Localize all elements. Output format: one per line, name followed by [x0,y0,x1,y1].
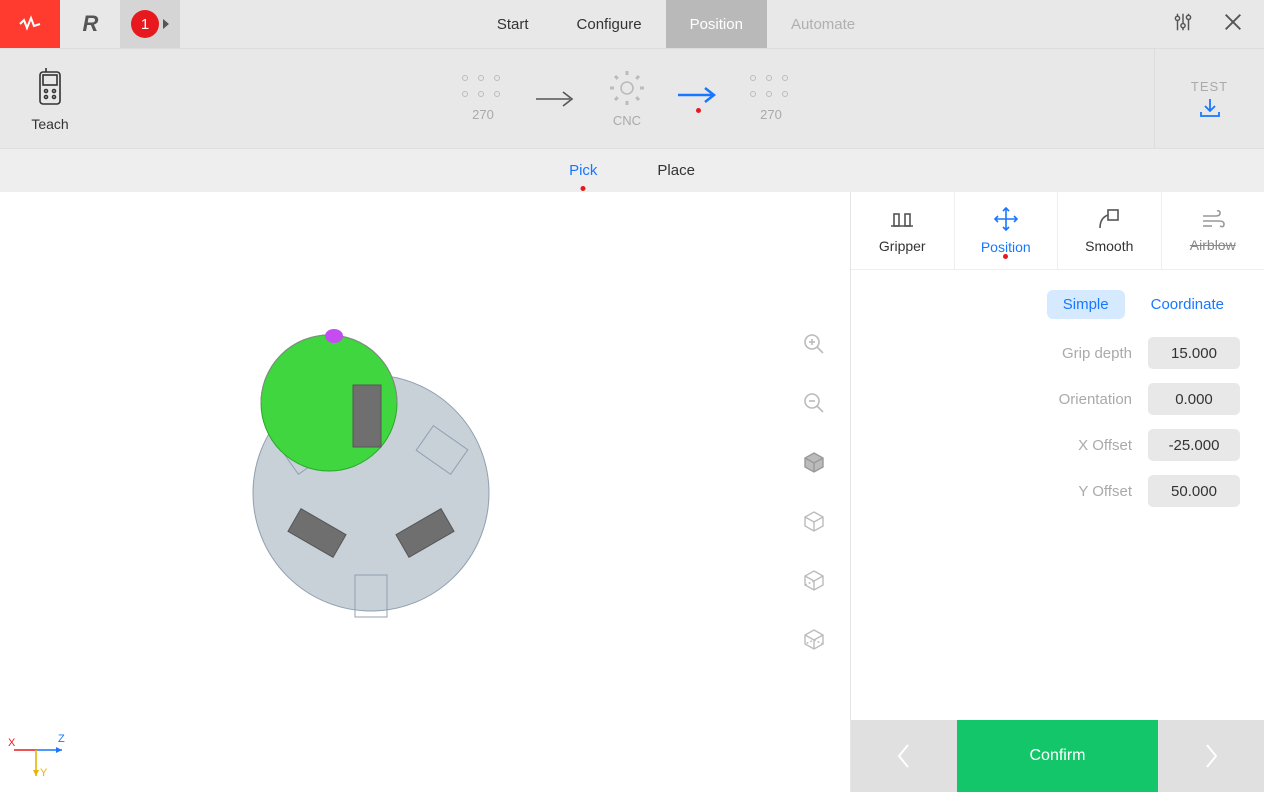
gear-icon [608,69,646,107]
arrow-icon [534,89,578,109]
sidetab-smooth[interactable]: Smooth [1058,192,1162,269]
label-x-offset: X Offset [1078,437,1132,454]
flow-from: 270 [462,75,504,122]
axis-indicator: Z X Y [8,722,68,782]
brand-logo: R [60,0,120,48]
sidetab-label: Gripper [879,238,926,254]
top-nav: Start Configure Position Automate [180,0,1172,48]
flow-cnc[interactable]: CNC [608,69,646,128]
arrow-icon-active [676,85,720,105]
view-cube-hidden-icon[interactable] [802,568,826,597]
next-button[interactable] [1158,720,1264,792]
download-icon [1199,98,1221,118]
smooth-icon [1096,208,1122,230]
view-cube-wire-icon[interactable] [802,627,826,656]
gripper-icon [889,208,915,230]
sidetab-airblow: Airblow [1162,192,1264,269]
sidetab-position[interactable]: Position [955,192,1059,269]
viewport[interactable]: Z X Y [0,192,850,792]
close-icon[interactable] [1222,11,1244,38]
input-y-offset[interactable] [1148,475,1240,507]
confirm-button[interactable]: Confirm [957,720,1158,792]
side-panel: Gripper Position Smooth [850,192,1264,792]
flow-to: 270 [750,75,792,122]
view-cube-outline-icon[interactable] [802,509,826,538]
gripper-visualization [201,305,521,645]
field-grip-depth: Grip depth [875,337,1240,369]
view-cube-solid-icon[interactable] [802,450,826,479]
test-label: TEST [1191,79,1228,94]
svg-text:Z: Z [58,733,65,745]
nav-configure[interactable]: Configure [553,0,666,48]
field-x-offset: X Offset [875,429,1240,461]
active-step-dot [696,108,701,113]
input-grip-depth[interactable] [1148,337,1240,369]
sidetab-label: Airblow [1190,237,1236,253]
field-y-offset: Y Offset [875,475,1240,507]
zoom-in-icon[interactable] [802,332,826,361]
top-bar: R 1 Start Configure Position Automate [0,0,1264,48]
mode-toggle: Simple Coordinate [875,290,1240,319]
label-orientation: Orientation [1059,391,1132,408]
flow-cnc-label: CNC [613,113,641,128]
teach-label: Teach [31,116,68,132]
label-grip-depth: Grip depth [1062,345,1132,362]
step-number-badge: 1 [131,10,159,38]
input-orientation[interactable] [1148,383,1240,415]
home-icon-button[interactable] [0,0,60,48]
grid-icon [462,75,504,101]
svg-text:Y: Y [40,767,48,779]
nav-start[interactable]: Start [473,0,553,48]
logo-letter: R [83,11,98,37]
mode-simple[interactable]: Simple [1047,290,1125,319]
flow-from-label: 270 [472,107,494,122]
tab-place[interactable]: Place [657,162,695,179]
wind-icon [1200,209,1226,229]
view-tools [802,332,826,656]
workflow-diagram: 270 CNC 270 [100,69,1154,128]
sidetab-label: Smooth [1085,238,1133,254]
top-bar-left: R 1 [0,0,180,48]
panel-footer: Confirm [851,720,1264,792]
test-button[interactable]: TEST [1154,49,1264,148]
mode-coordinate[interactable]: Coordinate [1135,290,1240,319]
teach-button[interactable]: Teach [0,66,100,132]
sidetab-label: Position [981,239,1031,255]
chevron-right-icon [163,19,169,29]
top-bar-right [1172,0,1264,48]
position-panel: Simple Coordinate Grip depth Orientation… [851,270,1264,720]
tab-pick[interactable]: Pick [569,162,597,179]
input-x-offset[interactable] [1148,429,1240,461]
field-orientation: Orientation [875,383,1240,415]
pick-place-bar: Pick Place [0,148,1264,192]
flow-to-label: 270 [760,107,782,122]
zoom-out-icon[interactable] [802,391,826,420]
label-y-offset: Y Offset [1078,483,1132,500]
svg-text:X: X [8,737,16,749]
step-indicator[interactable]: 1 [120,0,180,48]
nav-position[interactable]: Position [666,0,767,48]
grid-icon [750,75,792,101]
side-tabs: Gripper Position Smooth [851,192,1264,270]
sidetab-gripper[interactable]: Gripper [851,192,955,269]
prev-button[interactable] [851,720,957,792]
sliders-icon[interactable] [1172,11,1194,38]
main-area: Z X Y Gripper Posit [0,192,1264,792]
workflow-bar: Teach 270 CNC [0,48,1264,148]
move-icon [993,207,1019,231]
nav-automate: Automate [767,0,879,48]
